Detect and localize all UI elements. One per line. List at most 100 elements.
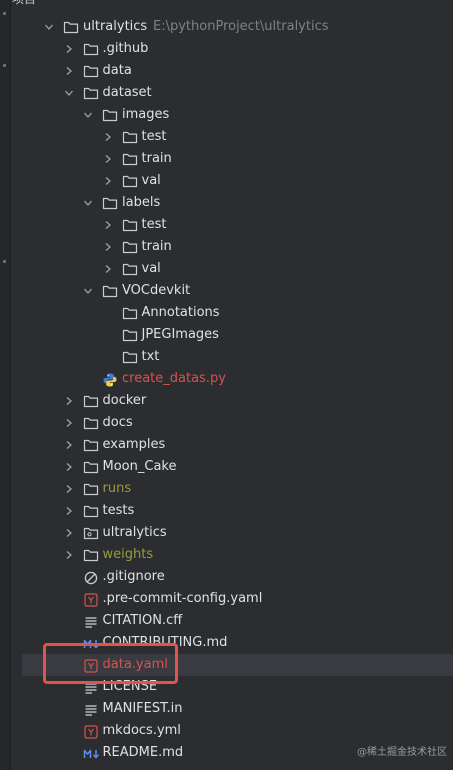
folder-icon (122, 148, 138, 170)
tree-item-label: docker (102, 393, 147, 408)
tree-row[interactable]: VOCdevkit (10, 280, 453, 302)
tree-item-label: .github (102, 41, 149, 56)
tree-row[interactable]: ultralytics E:\pythonProject\ultralytics (10, 16, 453, 38)
folder-icon (122, 170, 138, 192)
folder-icon (83, 434, 99, 456)
tree-row[interactable]: docs (10, 412, 453, 434)
folder-icon (122, 214, 138, 236)
tree-row[interactable]: train (10, 148, 453, 170)
tree-row[interactable]: examples (10, 434, 453, 456)
folder-icon (63, 16, 79, 38)
chevron-right-icon[interactable] (63, 522, 75, 544)
tree-item-label: docs (102, 415, 133, 430)
tree-item-label: images (122, 107, 170, 122)
chevron-down-icon[interactable] (82, 104, 94, 126)
tree-row[interactable]: Moon_Cake (10, 456, 453, 478)
tree-row[interactable]: create_datas.py (10, 368, 453, 390)
tree-item-label: ultralytics (83, 19, 148, 34)
folder-icon (83, 456, 99, 478)
tree-row[interactable]: Annotations (10, 302, 453, 324)
tree-item-label: CITATION.cff (102, 613, 183, 628)
tree-row[interactable]: tests (10, 500, 453, 522)
chevron-right-icon[interactable] (102, 148, 114, 170)
tree-row[interactable]: test (10, 214, 453, 236)
tree-item-label: labels (122, 195, 161, 210)
tree-item-label: Moon_Cake (102, 459, 177, 474)
tree-row[interactable]: .gitignore (10, 566, 453, 588)
strip-marker-icon (3, 64, 6, 67)
tree-row[interactable]: runs (10, 478, 453, 500)
chevron-right-icon[interactable] (102, 236, 114, 258)
folder-icon (102, 192, 118, 214)
chevron-right-icon[interactable] (63, 60, 75, 82)
tree-row[interactable]: txt (10, 346, 453, 368)
tree-item-label: runs (102, 481, 132, 496)
strip-marker-icon (3, 12, 6, 15)
chevron-down-icon[interactable] (63, 82, 75, 104)
folder-icon (102, 280, 118, 302)
tree-item-label: create_datas.py (122, 371, 226, 386)
tree-row[interactable]: images (10, 104, 453, 126)
tree-row[interactable]: data (10, 60, 453, 82)
chevron-right-icon[interactable] (102, 126, 114, 148)
folder-icon (83, 500, 99, 522)
tree-item-label: mkdocs.yml (102, 723, 181, 738)
chevron-right-icon[interactable] (102, 258, 114, 280)
chevron-down-icon[interactable] (82, 192, 94, 214)
folder-icon (122, 236, 138, 258)
markdown-file-icon (83, 742, 99, 764)
folder-icon (122, 126, 138, 148)
chevron-right-icon[interactable] (63, 412, 75, 434)
strip-marker-icon (3, 260, 6, 263)
folder-icon (122, 302, 138, 324)
tree-row[interactable]: dataset (10, 82, 453, 104)
tree-row[interactable]: .github (10, 38, 453, 60)
chevron-down-icon[interactable] (82, 280, 94, 302)
chevron-right-icon[interactable] (63, 38, 75, 60)
tree-row[interactable]: val (10, 258, 453, 280)
tree-item-label: tests (102, 503, 135, 518)
folder-icon (83, 412, 99, 434)
tree-row[interactable]: MANIFEST.in (10, 698, 453, 720)
tree-row[interactable]: ultralytics (10, 522, 453, 544)
tree-item-label: val (141, 173, 161, 188)
chevron-right-icon[interactable] (102, 170, 114, 192)
tree-row[interactable]: docker (10, 390, 453, 412)
yaml-file-icon (83, 720, 99, 742)
project-tool-window: 项目 ultralytics E:\pythonProject\ultralyti… (0, 0, 453, 770)
tree-item-label: examples (102, 437, 166, 452)
folder-icon (83, 60, 99, 82)
tree-row[interactable]: .pre-commit-config.yaml (10, 588, 453, 610)
chevron-right-icon[interactable] (63, 390, 75, 412)
package-folder-icon (83, 522, 99, 544)
folder-icon (83, 544, 99, 566)
tree-row[interactable]: mkdocs.yml (10, 720, 453, 742)
text-file-icon (83, 610, 99, 632)
tree-row[interactable]: val (10, 170, 453, 192)
project-path-hint: E:\pythonProject\ultralytics (153, 19, 329, 34)
text-file-icon (83, 698, 99, 720)
chevron-right-icon[interactable] (63, 544, 75, 566)
chevron-right-icon[interactable] (102, 214, 114, 236)
watermark: @稀土掘金技术社区 (357, 747, 447, 758)
tree-row[interactable]: labels (10, 192, 453, 214)
tree-item-label: val (141, 261, 161, 276)
chevron-right-icon[interactable] (63, 434, 75, 456)
tree-row[interactable]: train (10, 236, 453, 258)
chevron-right-icon[interactable] (63, 478, 75, 500)
tree-row[interactable]: test (10, 126, 453, 148)
tree-row[interactable]: JPEGImages (10, 324, 453, 346)
tree-item-label: JPEGImages (141, 327, 219, 342)
chevron-down-icon[interactable] (43, 16, 55, 38)
highlight-annotation (43, 643, 178, 684)
tree-item-label: txt (141, 349, 160, 364)
tree-row[interactable]: CITATION.cff (10, 610, 453, 632)
panel-title: 项目 (12, 0, 52, 7)
chevron-right-icon[interactable] (63, 500, 75, 522)
folder-icon (122, 324, 138, 346)
folder-icon (83, 478, 99, 500)
chevron-right-icon[interactable] (63, 456, 75, 478)
tree-item-label: test (141, 217, 167, 232)
gitignore-icon (83, 566, 99, 588)
tree-row[interactable]: weights (10, 544, 453, 566)
